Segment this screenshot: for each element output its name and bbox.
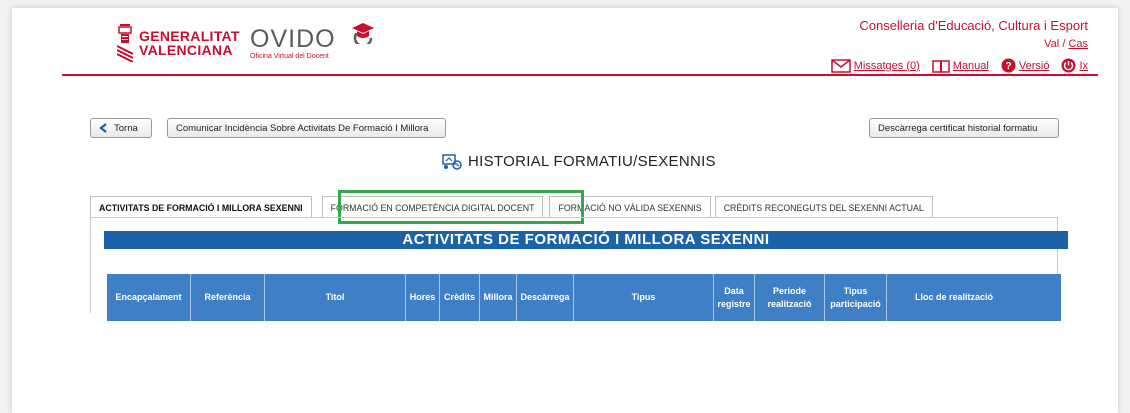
lang-val[interactable]: Val (1044, 38, 1059, 50)
col-tipus[interactable]: Tipus (574, 274, 714, 321)
training-history-icon (442, 153, 462, 170)
generalitat-line1: GENERALITAT (139, 28, 240, 44)
tab-activitats-formacio[interactable]: ACTIVITATS DE FORMACIÓ I MILLORA SEXENNI (90, 196, 312, 218)
language-switch: Val / Cas (1044, 38, 1088, 50)
page-title: HISTORIAL FORMATIU/SEXENNIS (468, 153, 716, 170)
messages-link[interactable]: Missatges (0) (854, 60, 920, 72)
app-subtitle: Oficina Virtual del Docent (250, 53, 329, 60)
manual-link[interactable]: Manual (953, 60, 989, 72)
back-button-label: Torna (114, 122, 138, 134)
section-title: ACTIVITATS DE FORMACIÓ I MILLORA SEXENNI (104, 231, 1068, 249)
generalitat-emblem-icon (117, 24, 133, 62)
exit-link[interactable]: Ix (1079, 60, 1088, 72)
back-button[interactable]: Torna (90, 118, 152, 138)
app-name: OVIDO (250, 25, 336, 53)
report-incident-button[interactable]: Comunicar Incidència Sobre Activitats De… (167, 118, 446, 138)
conselleria-name: Conselleria d'Educació, Cultura i Esport (859, 18, 1088, 33)
page: GENERALITAT VALENCIANA OVIDO Oficina Vir… (12, 8, 1118, 413)
download-certificate-button[interactable]: Descàrrega certificat historial formatiu (869, 118, 1059, 138)
messages-link-group[interactable]: Missatges (0) (831, 58, 920, 73)
envelope-icon (831, 58, 851, 73)
col-millora[interactable]: Millora (480, 274, 517, 321)
col-lloc-realitzacio[interactable]: Lloc de realització (887, 274, 1021, 321)
version-link[interactable]: Versió (1019, 60, 1050, 72)
col-tipus-participacio[interactable]: Tipus participació (825, 274, 887, 321)
page-title-group: HISTORIAL FORMATIU/SEXENNIS (442, 153, 716, 170)
chevron-left-icon (99, 123, 107, 133)
top-links: Missatges (0) Manual ? Versió Ix (825, 58, 1088, 73)
ovido-logo[interactable]: OVIDO Oficina Virtual del Docent (250, 26, 336, 60)
header-divider (62, 74, 1098, 76)
generalitat-line2: VALENCIANA (139, 42, 233, 58)
svg-text:?: ? (1005, 61, 1011, 72)
lang-cas-link[interactable]: Cas (1068, 38, 1088, 50)
power-icon (1061, 58, 1076, 73)
col-hores[interactable]: Hores (406, 274, 440, 321)
exit-link-group[interactable]: Ix (1061, 58, 1088, 73)
col-data-registre[interactable]: Data registre (714, 274, 755, 321)
book-icon (932, 59, 950, 73)
lang-separator: / (1062, 38, 1066, 50)
col-titol[interactable]: Titol (265, 274, 406, 321)
col-credits[interactable]: Crèdits (440, 274, 480, 321)
graduation-cap-icon (352, 23, 374, 44)
table-header: Encapçalament Referència Titol Hores Crè… (107, 274, 1061, 321)
version-link-group[interactable]: ? Versió (1001, 58, 1050, 73)
col-encapcalament[interactable]: Encapçalament (107, 274, 191, 321)
col-periode-realitzacio[interactable]: Periode realització (755, 274, 825, 321)
manual-link-group[interactable]: Manual (932, 59, 989, 73)
generalitat-logo[interactable]: GENERALITAT VALENCIANA (117, 24, 240, 62)
help-icon: ? (1001, 58, 1016, 73)
col-referencia[interactable]: Referència (191, 274, 265, 321)
tab-credits-reconeguts[interactable]: CRÈDITS RECONEGUTS DEL SEXENNI ACTUAL (714, 196, 933, 218)
col-descarrega[interactable]: Descàrrega (517, 274, 574, 321)
